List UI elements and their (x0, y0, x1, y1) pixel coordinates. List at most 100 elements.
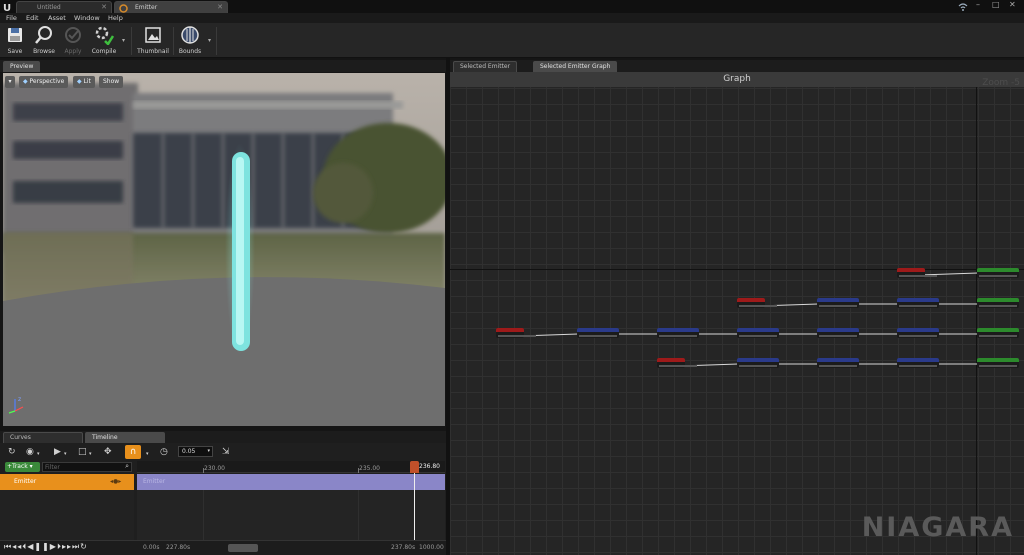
tab-timeline[interactable]: Timeline (85, 432, 165, 443)
track-filter-input[interactable]: Filter ⌕ (42, 462, 132, 472)
time-step-select[interactable]: 0.05 ▾ (178, 446, 213, 457)
refresh-icon[interactable]: ↻ (8, 447, 16, 457)
emitter-section-bar[interactable]: Emitter (137, 474, 445, 490)
perspective-button[interactable]: ◆ Perspective (19, 76, 69, 88)
auto-scroll-icon[interactable]: ⇲ (222, 447, 230, 457)
selection-dropdown[interactable]: ▾ (89, 451, 92, 457)
keyframe-nav-icon[interactable]: ◂●▸ (110, 474, 121, 490)
browse-button[interactable]: Browse (30, 25, 58, 57)
graph-node[interactable] (897, 268, 937, 278)
graph-node[interactable] (817, 298, 859, 308)
graph-node[interactable] (897, 358, 939, 368)
menu-edit[interactable]: Edit (26, 13, 39, 23)
graph-node[interactable] (817, 358, 859, 368)
compile-button[interactable]: Compile (89, 25, 119, 57)
time-ruler[interactable]: 230.00 235.00 236.80 (137, 461, 445, 473)
thumbnail-button[interactable]: Thumbnail (135, 25, 171, 57)
graph-tab-strip: Selected Emitter Selected Emitter Graph (450, 60, 1024, 72)
selection-icon[interactable]: □ (78, 447, 87, 457)
transport-bar: ⏮◂◂⏴◀❚❚▶⏵▸▸⏭↻ 0.00s 227.80s 237.80s 1000… (0, 540, 446, 555)
transform-icon[interactable]: ✥ (104, 447, 112, 457)
graph-node[interactable] (657, 328, 699, 338)
timeline-scrollbar[interactable] (228, 544, 258, 552)
chevron-down-icon: ▾ (207, 448, 210, 454)
graph-node[interactable] (977, 298, 1019, 308)
menu-asset[interactable]: Asset (48, 13, 66, 23)
tab-selected-emitter-label: Selected Emitter (460, 63, 511, 70)
show-button[interactable]: Show (99, 76, 124, 88)
eye-icon[interactable]: ◉ (26, 447, 34, 457)
viewport-options-dropdown[interactable]: ▾ (5, 76, 15, 88)
window-close-button[interactable]: ✕ (1009, 0, 1016, 9)
title-bar: U Untitled ✕ Emitter ✕ – □ ✕ (0, 0, 1024, 13)
unreal-logo-icon: U (3, 3, 11, 12)
graph-node[interactable] (897, 298, 939, 308)
snap-magnet-button[interactable]: ∩ (125, 445, 141, 459)
graph-node[interactable] (657, 358, 697, 368)
graph-node[interactable] (737, 328, 779, 338)
menu-file[interactable]: File (6, 13, 17, 23)
svg-text:z: z (18, 396, 21, 403)
graph-node[interactable] (577, 328, 619, 338)
menu-window[interactable]: Window (74, 13, 100, 23)
play-options-icon[interactable]: ▶ (54, 447, 61, 457)
graph-node[interactable] (977, 268, 1019, 278)
add-track-button[interactable]: +Track ▾ (5, 462, 40, 472)
graph-node[interactable] (496, 328, 536, 338)
preview-scene: z (3, 73, 445, 426)
menu-bar: File Edit Asset Window Help (0, 13, 1024, 23)
thumbnail-icon (145, 27, 161, 43)
tab-emitter[interactable]: Emitter ✕ (114, 1, 228, 13)
panel-splitter[interactable] (446, 58, 450, 555)
tab-curves[interactable]: Curves (3, 432, 83, 443)
section-bar-label: Emitter (143, 478, 166, 485)
compile-label: Compile (91, 48, 117, 55)
toolbar-separator (131, 27, 132, 55)
close-icon[interactable]: ✕ (101, 2, 107, 13)
transport-controls[interactable]: ⏮◂◂⏴◀❚❚▶⏵▸▸⏭↻ (4, 542, 88, 552)
graph-node[interactable] (737, 358, 779, 368)
chevron-down-icon: ▾ (27, 463, 33, 470)
graph-node[interactable] (977, 328, 1019, 338)
compile-icon (95, 26, 114, 45)
bounds-options-dropdown[interactable]: ▾ (208, 37, 211, 44)
save-button[interactable]: Save (3, 25, 27, 57)
tab-curves-label: Curves (10, 434, 31, 441)
playhead-handle[interactable] (410, 461, 419, 473)
close-icon[interactable]: ✕ (217, 2, 223, 13)
graph-node[interactable] (817, 328, 859, 338)
view-options-dropdown[interactable]: ▾ (37, 451, 40, 457)
menu-help[interactable]: Help (108, 13, 123, 23)
tab-selected-emitter-graph[interactable]: Selected Emitter Graph (533, 61, 618, 72)
svg-text:U: U (3, 3, 11, 12)
save-icon (8, 28, 22, 42)
apply-button[interactable]: Apply (61, 25, 85, 57)
play-options-dropdown[interactable]: ▾ (64, 451, 67, 457)
view-start-time: 0.00s (143, 544, 160, 551)
lit-button[interactable]: ◆ Lit (73, 76, 95, 88)
snap-options-dropdown[interactable]: ▾ (146, 451, 149, 457)
tab-selected-emitter[interactable]: Selected Emitter (453, 61, 518, 72)
track-row-emitter[interactable]: Emitter ◂●▸ (0, 474, 134, 490)
toolbar-separator (173, 27, 174, 55)
graph-node[interactable] (737, 298, 777, 308)
minimize-button[interactable]: – (976, 0, 980, 9)
bounds-label: Bounds (178, 48, 202, 55)
range-start-time: 227.80s (166, 544, 191, 551)
tab-timeline-label: Timeline (92, 434, 118, 441)
playhead-time: 236.80 (419, 463, 440, 470)
graph-node[interactable] (897, 328, 939, 338)
add-track-label: Track (12, 463, 28, 470)
tab-untitled[interactable]: Untitled ✕ (16, 1, 112, 13)
bounds-button[interactable]: Bounds (176, 25, 204, 57)
maximize-button[interactable]: □ (992, 0, 1000, 9)
preview-viewport[interactable]: z ▾ ◆ Perspective ◆ Lit Show (3, 73, 445, 426)
bounds-icon (181, 26, 199, 44)
tab-preview[interactable]: Preview (3, 61, 41, 72)
tab-selected-emitter-graph-label: Selected Emitter Graph (540, 63, 611, 70)
graph-node[interactable] (977, 358, 1019, 368)
node-graph[interactable]: Graph Zoom -5 (450, 72, 1024, 555)
wifi-icon (958, 3, 968, 11)
compile-options-dropdown[interactable]: ▾ (122, 37, 125, 44)
track-row-label: Emitter (14, 478, 37, 485)
